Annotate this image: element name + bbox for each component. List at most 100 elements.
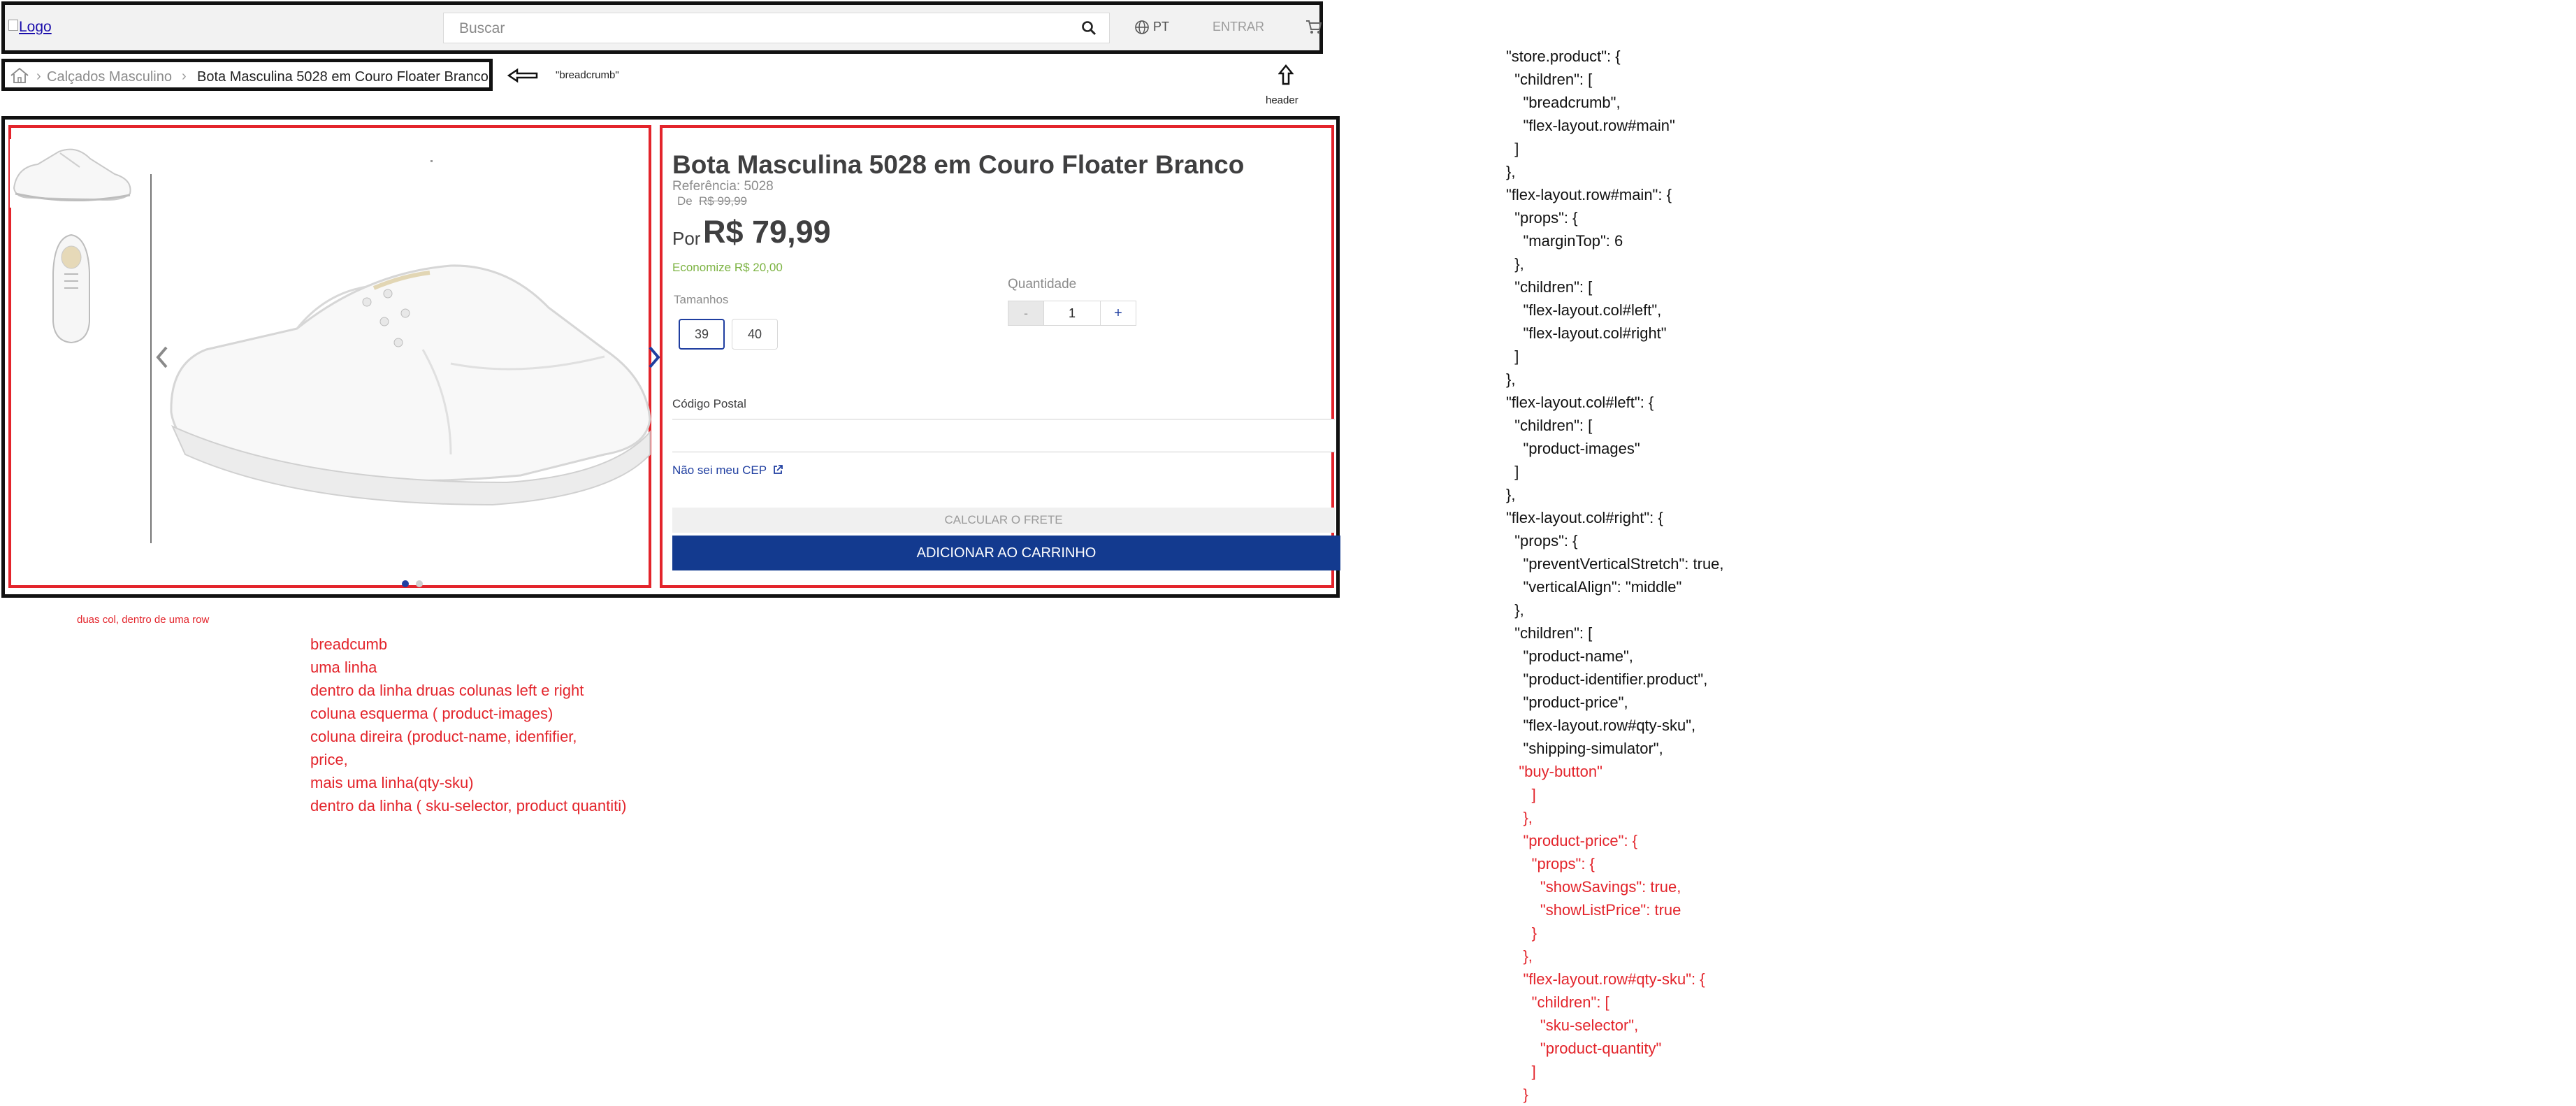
product-thumbnail[interactable]	[49, 231, 94, 345]
annotation-line: coluna esquerma ( product-images)	[310, 705, 553, 722]
quantity-increase-button[interactable]: +	[1100, 301, 1136, 326]
code-line: },	[1506, 255, 1524, 273]
calculate-shipping-button[interactable]: CALCULAR O FRETE	[672, 508, 1335, 533]
code-line: },	[1506, 601, 1524, 619]
logo-link[interactable]: Logo	[19, 19, 52, 36]
code-line: "breadcrumb",	[1506, 94, 1621, 111]
breadcrumb-separator: ›	[36, 69, 41, 84]
code-line: "flex-layout.col#right"	[1506, 324, 1667, 342]
code-line: ]	[1506, 463, 1519, 480]
product-thumbnail[interactable]	[10, 139, 134, 208]
annotation-line: coluna direira (product-name, idenfifier…	[310, 728, 577, 745]
gallery-marker	[430, 160, 433, 162]
code-line: "shipping-simulator",	[1506, 740, 1663, 757]
selling-price: R$ 79,99	[703, 214, 831, 250]
code-line: "children": [	[1506, 71, 1593, 88]
annotation-line: dentro da linha druas colunas left e rig…	[310, 682, 584, 699]
code-line: "store.product": {	[1506, 48, 1621, 65]
code-line: "flex-layout.col#left",	[1506, 301, 1662, 319]
code-line: "showListPrice": true	[1506, 901, 1681, 919]
code-line: "product-price": {	[1506, 832, 1638, 849]
code-line: },	[1506, 809, 1533, 826]
cart-icon[interactable]	[1305, 20, 1322, 35]
quantity-input[interactable]: 1	[1044, 301, 1100, 326]
size-option[interactable]: 40	[732, 319, 778, 350]
globe-icon[interactable]	[1134, 20, 1150, 35]
header-annotation: header	[1266, 94, 1298, 106]
gallery-dot-active[interactable]	[402, 580, 409, 587]
code-line: "flex-layout.row#main"	[1506, 117, 1675, 134]
code-line: ]	[1506, 786, 1536, 803]
add-to-cart-button[interactable]: ADICIONAR AO CARRINHO	[672, 536, 1340, 570]
code-line: ]	[1506, 1063, 1536, 1080]
price-prefix: Por	[672, 228, 701, 249]
postal-code-label: Código Postal	[672, 397, 746, 410]
gallery-divider	[150, 174, 152, 543]
code-line: ]	[1506, 140, 1519, 157]
annotation-line: dentro da linha ( sku-selector, product …	[310, 797, 627, 814]
breadcrumb: › Calçados Masculino › Bota Masculina 50…	[1, 59, 493, 91]
annotation-line: price,	[310, 751, 348, 768]
code-line: "sku-selector",	[1506, 1017, 1639, 1034]
breadcrumb-link[interactable]: Calçados Masculino	[47, 69, 172, 85]
code-line: "children": [	[1506, 624, 1593, 642]
code-line: "flex-layout.row#main": {	[1506, 186, 1672, 203]
chevron-right-icon[interactable]	[647, 345, 661, 369]
annotation-notes: breadcumb uma linha dentro da linha drua…	[310, 633, 626, 817]
home-icon[interactable]	[10, 67, 29, 84]
list-price: R$ 99,99	[699, 194, 747, 208]
breadcrumb-separator: ›	[182, 69, 187, 84]
code-line: "product-price",	[1506, 694, 1628, 711]
code-line: "props": {	[1506, 855, 1595, 872]
login-button[interactable]: ENTRAR	[1213, 20, 1264, 34]
code-line: "children": [	[1506, 993, 1609, 1011]
code-line: "props": {	[1506, 532, 1578, 550]
cep-help-link[interactable]: Não sei meu CEP	[672, 464, 767, 477]
search-input[interactable]: Buscar	[443, 13, 1110, 43]
code-line: },	[1506, 947, 1533, 965]
arrow-up-icon	[1278, 64, 1294, 85]
annotation-line: mais uma linha(qty-sku)	[310, 774, 474, 791]
annotation-line: breadcumb	[310, 635, 388, 653]
code-line: }	[1506, 924, 1537, 942]
code-line: },	[1506, 371, 1516, 388]
annotation-line: uma linha	[310, 659, 377, 676]
sizes-label: Tamanhos	[674, 293, 729, 306]
annotation-two-columns: duas col, dentro de uma row	[77, 614, 210, 626]
chevron-left-icon[interactable]	[155, 345, 169, 369]
code-line: "children": [	[1506, 278, 1593, 296]
code-line: "flex-layout.row#qty-sku",	[1506, 717, 1696, 734]
search-placeholder: Buscar	[459, 20, 505, 36]
breadcrumb-current: Bota Masculina 5028 em Couro Floater Bra…	[197, 69, 489, 85]
size-option-selected[interactable]: 39	[679, 319, 725, 350]
code-block: "store.product": { "children": [ "breadc…	[1506, 45, 1724, 1106]
quantity-decrease-button[interactable]: -	[1008, 301, 1044, 326]
code-line: }	[1506, 1086, 1528, 1103]
code-line: "flex-layout.row#qty-sku": {	[1506, 970, 1705, 988]
code-line: "product-images"	[1506, 440, 1640, 457]
product-name: Bota Masculina 5028 em Couro Floater Bra…	[672, 150, 1245, 179]
language-selector[interactable]: PT	[1153, 20, 1169, 34]
list-price-label: De	[677, 194, 693, 208]
code-line: },	[1506, 163, 1516, 180]
code-line: "props": {	[1506, 209, 1578, 227]
code-line: "marginTop": 6	[1506, 232, 1623, 250]
code-line: "flex-layout.col#right": {	[1506, 509, 1663, 526]
product-reference: Referência: 5028	[672, 179, 774, 194]
code-line: "children": [	[1506, 417, 1593, 434]
code-line: "preventVerticalStretch": true,	[1506, 555, 1724, 573]
code-line: "buy-button"	[1506, 763, 1602, 780]
postal-code-input[interactable]	[672, 419, 1335, 452]
code-line: ]	[1506, 347, 1519, 365]
external-link-icon[interactable]	[772, 464, 783, 475]
product-main-image	[170, 264, 651, 506]
code-line: "product-name",	[1506, 647, 1633, 665]
code-line: "flex-layout.col#left": {	[1506, 394, 1654, 411]
code-line: "product-quantity"	[1506, 1040, 1662, 1057]
code-line: "showSavings": true,	[1506, 878, 1681, 896]
code-line: "verticalAlign": "middle"	[1506, 578, 1682, 596]
search-icon[interactable]	[1081, 20, 1097, 36]
gallery-dot[interactable]	[416, 580, 423, 587]
quantity-label: Quantidade	[1008, 277, 1077, 292]
savings: Economize R$ 20,00	[672, 261, 783, 274]
